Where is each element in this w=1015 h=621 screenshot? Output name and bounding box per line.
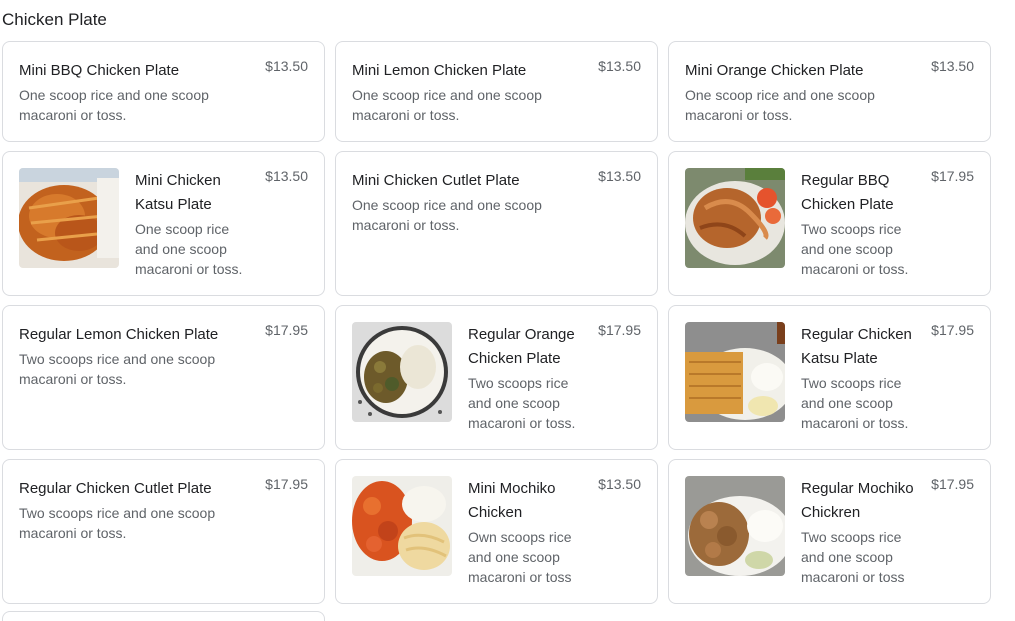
item-price: $13.50	[931, 58, 974, 74]
item-price: $17.95	[265, 476, 308, 492]
item-price: $13.50	[598, 168, 641, 184]
menu-item-card-partial[interactable]	[2, 611, 325, 621]
menu-item-card[interactable]: Regular Mochiko Chickren $17.95 Two scoo…	[668, 459, 991, 604]
item-description: Own scoops rice and one scoop macaroni o…	[468, 529, 572, 585]
menu-item-card[interactable]: Regular Lemon Chicken Plate $17.95 Two s…	[2, 305, 325, 450]
item-name: Mini BBQ Chicken Plate	[19, 62, 180, 79]
item-description: Two scoops rice and one scoop macaroni o…	[801, 221, 909, 277]
item-price: $13.50	[598, 58, 641, 74]
item-description: One scoop rice and one scoop macaroni or…	[352, 87, 542, 123]
item-name: Mini Mochiko Chicken	[468, 480, 556, 521]
food-photo	[352, 476, 452, 576]
food-photo	[19, 168, 119, 268]
item-name: Regular Orange Chicken Plate	[468, 326, 575, 367]
menu-item-card[interactable]: Mini BBQ Chicken Plate $13.50 One scoop …	[2, 41, 325, 142]
item-name: Mini Chicken Cutlet Plate	[352, 172, 520, 189]
menu-item-card[interactable]: Mini Lemon Chicken Plate $13.50 One scoo…	[335, 41, 658, 142]
item-price: $17.95	[598, 322, 641, 338]
item-description: One scoop rice and one scoop macaroni or…	[352, 197, 542, 233]
food-photo	[685, 168, 785, 268]
item-price: $13.50	[265, 168, 308, 184]
item-name: Regular Chicken Cutlet Plate	[19, 480, 212, 497]
item-price: $13.50	[598, 476, 641, 492]
item-description: One scoop rice and one scoop macaroni or…	[685, 87, 875, 123]
item-description: Two scoops rice and one scoop macaroni o…	[19, 505, 216, 541]
menu-item-card[interactable]: Mini Mochiko Chicken $13.50 Own scoops r…	[335, 459, 658, 604]
item-name: Regular Lemon Chicken Plate	[19, 326, 219, 343]
menu-item-card[interactable]: Mini Chicken Cutlet Plate $13.50 One sco…	[335, 151, 658, 296]
item-description: One scoop rice and one scoop macaroni or…	[19, 87, 209, 123]
menu-item-card[interactable]: Regular Chicken Cutlet Plate $17.95 Two …	[2, 459, 325, 604]
item-name: Mini Orange Chicken Plate	[685, 62, 864, 79]
item-price: $17.95	[931, 476, 974, 492]
section-title: Chicken Plate	[2, 10, 107, 29]
item-description: Two scoops rice and one scoop macaroni o…	[801, 529, 905, 585]
item-description: Two scoops rice and one scoop macaroni o…	[19, 351, 216, 387]
item-name: Mini Lemon Chicken Plate	[352, 62, 527, 79]
item-price: $17.95	[931, 322, 974, 338]
item-name: Regular Chicken Katsu Plate	[801, 326, 912, 367]
food-photo	[685, 322, 785, 422]
item-name: Mini Chicken Katsu Plate	[135, 172, 221, 213]
food-photo	[352, 322, 452, 422]
item-description: Two scoops rice and one scoop macaroni o…	[801, 375, 909, 431]
item-name: Regular BBQ Chicken Plate	[801, 172, 894, 213]
item-name: Regular Mochiko Chickren	[801, 480, 914, 521]
item-description: One scoop rice and one scoop macaroni or…	[135, 221, 243, 277]
item-price: $17.95	[265, 322, 308, 338]
item-description: Two scoops rice and one scoop macaroni o…	[468, 375, 576, 431]
food-photo	[685, 476, 785, 576]
menu-item-card[interactable]: Regular Chicken Katsu Plate $17.95 Two s…	[668, 305, 991, 450]
menu-item-card[interactable]: Mini Orange Chicken Plate $13.50 One sco…	[668, 41, 991, 142]
item-price: $13.50	[265, 58, 308, 74]
menu-item-card[interactable]: Mini Chicken Katsu Plate $13.50 One scoo…	[2, 151, 325, 296]
menu-item-card[interactable]: Regular BBQ Chicken Plate $17.95 Two sco…	[668, 151, 991, 296]
item-price: $17.95	[931, 168, 974, 184]
menu-item-card[interactable]: Regular Orange Chicken Plate $17.95 Two …	[335, 305, 658, 450]
